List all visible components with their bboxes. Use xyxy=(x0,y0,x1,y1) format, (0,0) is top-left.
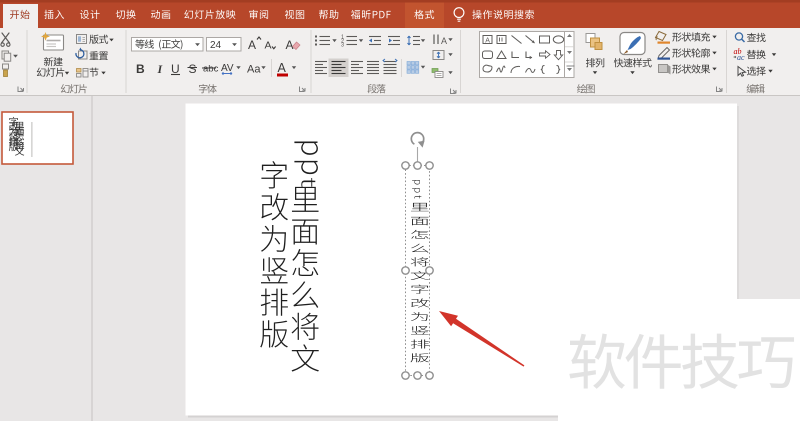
svg-text:A: A xyxy=(248,38,256,52)
svg-text:A: A xyxy=(485,37,490,44)
svg-text:24: 24 xyxy=(210,40,222,51)
svg-text:Aa: Aa xyxy=(247,64,261,76)
svg-text:3: 3 xyxy=(341,43,344,49)
svg-text:S: S xyxy=(189,62,197,76)
svg-text:ac: ac xyxy=(737,53,745,62)
svg-text:A: A xyxy=(286,38,294,52)
svg-text:B: B xyxy=(136,62,145,76)
svg-text:U: U xyxy=(171,62,180,76)
svg-text:A: A xyxy=(265,40,272,52)
svg-text:A: A xyxy=(278,61,287,75)
svg-text:abc: abc xyxy=(203,64,219,75)
svg-text:A: A xyxy=(441,36,447,46)
